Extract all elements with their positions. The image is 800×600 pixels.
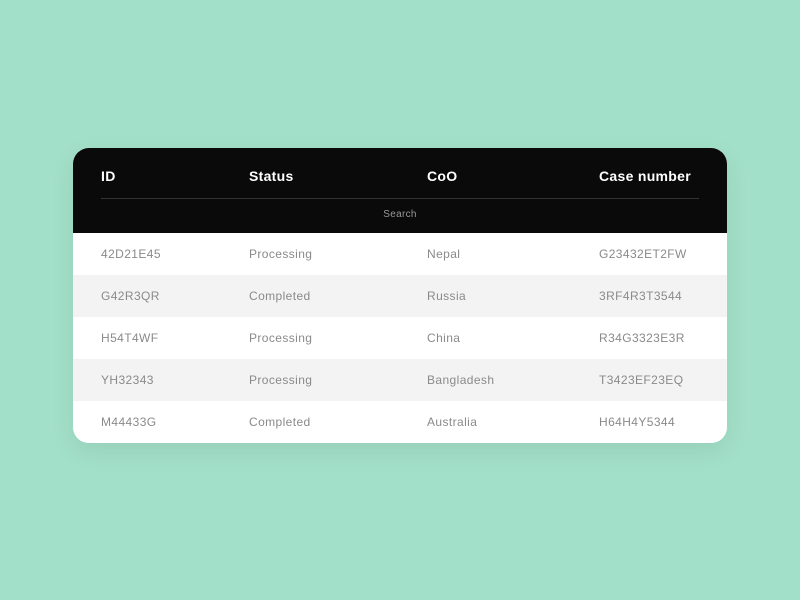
cell-coo: Nepal — [427, 247, 599, 261]
cell-case-number: T3423EF23EQ — [599, 373, 699, 387]
cell-case-number: H64H4Y5344 — [599, 415, 699, 429]
cell-case-number: R34G3323E3R — [599, 331, 699, 345]
cell-case-number: G23432ET2FW — [599, 247, 699, 261]
table-row[interactable]: 42D21E45 Processing Nepal G23432ET2FW — [73, 233, 727, 275]
search-row — [101, 199, 699, 233]
cell-id: 42D21E45 — [101, 247, 249, 261]
cell-coo: China — [427, 331, 599, 345]
cell-coo: Australia — [427, 415, 599, 429]
table-row[interactable]: H54T4WF Processing China R34G3323E3R — [73, 317, 727, 359]
cell-status: Completed — [249, 415, 427, 429]
cell-id: YH32343 — [101, 373, 249, 387]
column-header-id[interactable]: ID — [101, 168, 249, 184]
cell-status: Processing — [249, 247, 427, 261]
cell-id: H54T4WF — [101, 331, 249, 345]
cell-id: G42R3QR — [101, 289, 249, 303]
search-input[interactable] — [101, 209, 699, 220]
cell-status: Completed — [249, 289, 427, 303]
column-header-coo[interactable]: CoO — [427, 168, 599, 184]
table-body: 42D21E45 Processing Nepal G23432ET2FW G4… — [73, 233, 727, 443]
column-headers-row: ID Status CoO Case number — [101, 148, 699, 199]
table-row[interactable]: G42R3QR Completed Russia 3RF4R3T3544 — [73, 275, 727, 317]
data-table-card: ID Status CoO Case number 42D21E45 Proce… — [73, 148, 727, 443]
table-header: ID Status CoO Case number — [73, 148, 727, 233]
column-header-status[interactable]: Status — [249, 168, 427, 184]
cell-coo: Russia — [427, 289, 599, 303]
cell-case-number: 3RF4R3T3544 — [599, 289, 699, 303]
table-row[interactable]: M44433G Completed Australia H64H4Y5344 — [73, 401, 727, 443]
column-header-case-number[interactable]: Case number — [599, 168, 699, 184]
cell-id: M44433G — [101, 415, 249, 429]
cell-coo: Bangladesh — [427, 373, 599, 387]
table-row[interactable]: YH32343 Processing Bangladesh T3423EF23E… — [73, 359, 727, 401]
cell-status: Processing — [249, 331, 427, 345]
cell-status: Processing — [249, 373, 427, 387]
